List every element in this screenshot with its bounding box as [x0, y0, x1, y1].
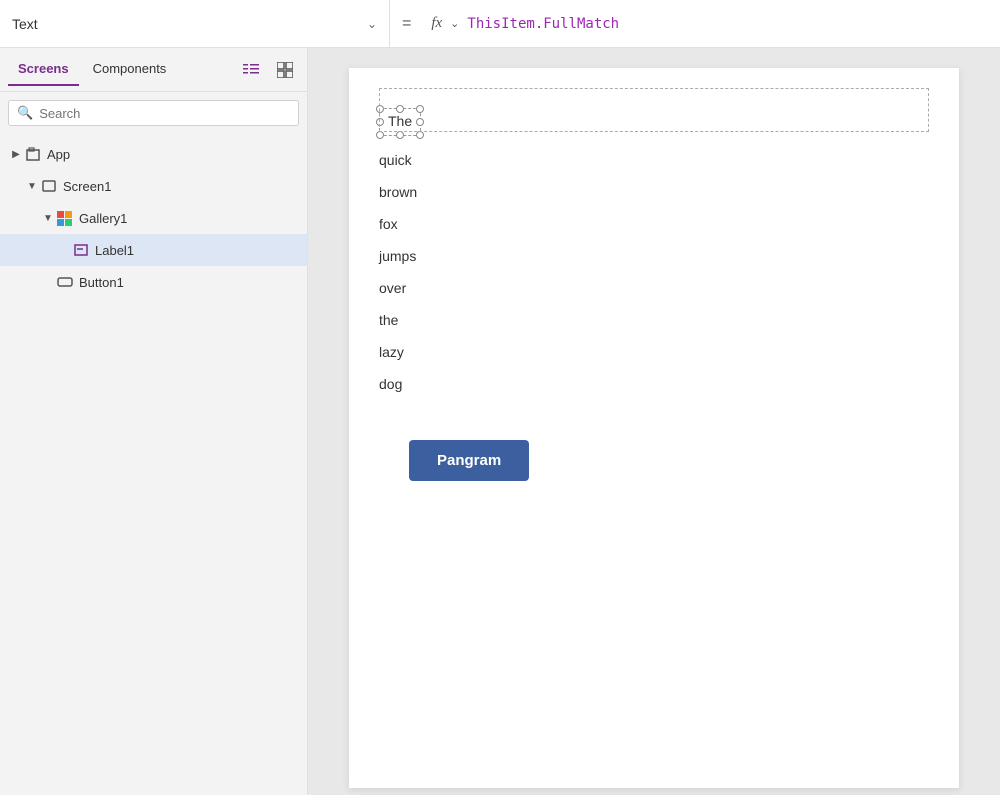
- selected-box: The: [379, 108, 421, 136]
- top-bar: Text ⌄ = fx ⌄ ThisItem.FullMatch: [0, 0, 1000, 48]
- tree-item-label1[interactable]: ▶ Label1: [0, 234, 307, 266]
- chevron-down-icon: ▼: [24, 178, 40, 194]
- gallery-item-2: fox: [349, 208, 959, 240]
- tree-item-button1[interactable]: ▶ Button1: [0, 266, 307, 298]
- handle-bot-mid[interactable]: [396, 131, 404, 139]
- label1-label: Label1: [95, 243, 299, 258]
- canvas-area: The quick: [308, 48, 1000, 795]
- button-container: Pangram: [349, 400, 959, 521]
- tab-screens[interactable]: Screens: [8, 53, 79, 86]
- property-dropdown[interactable]: Text ⌄: [0, 0, 390, 47]
- tree-item-app[interactable]: ▶ App: [0, 138, 307, 170]
- search-icon: 🔍: [17, 105, 33, 121]
- list-view-button[interactable]: [237, 56, 265, 84]
- handle-top-right[interactable]: [416, 105, 424, 113]
- gallery-selection-border: [379, 88, 929, 132]
- main-area: Screens Components: [0, 48, 1000, 795]
- gallery-icon: [56, 209, 74, 227]
- formula-value: ThisItem.FullMatch: [467, 16, 619, 32]
- gallery-items-container: quick brown fox jumps over the lazy dog: [349, 144, 959, 400]
- selected-item[interactable]: The: [379, 108, 421, 136]
- app-icon: [24, 145, 42, 163]
- app-canvas: The quick: [349, 68, 959, 788]
- selected-label-container[interactable]: The: [349, 88, 959, 144]
- tree-panel: ▶ App ▼ Screen1: [0, 134, 307, 795]
- gallery-item-7: dog: [349, 368, 959, 400]
- handle-mid-left[interactable]: [376, 118, 384, 126]
- handle-bot-right[interactable]: [416, 131, 424, 139]
- sidebar-tabs: Screens Components: [0, 48, 307, 92]
- property-name: Text: [12, 16, 359, 32]
- chevron-right-icon: ▶: [8, 146, 24, 162]
- gallery-item-5: the: [349, 304, 959, 336]
- gallery-chevron-down-icon: ▼: [40, 210, 56, 226]
- sidebar-icons: [237, 56, 299, 84]
- handle-top-left[interactable]: [376, 105, 384, 113]
- grid-view-icon: [277, 62, 293, 78]
- gallery-item-4: over: [349, 272, 959, 304]
- search-box: 🔍: [8, 100, 299, 126]
- tree-item-screen1[interactable]: ▼ Screen1: [0, 170, 307, 202]
- gallery-item-6: lazy: [349, 336, 959, 368]
- formula-bar[interactable]: fx ⌄ ThisItem.FullMatch: [423, 0, 1000, 47]
- handle-mid-right[interactable]: [416, 118, 424, 126]
- search-input[interactable]: [39, 106, 290, 121]
- gallery-item-3: jumps: [349, 240, 959, 272]
- app-label: App: [47, 147, 299, 162]
- sidebar: Screens Components: [0, 48, 308, 795]
- pangram-button[interactable]: Pangram: [409, 440, 529, 481]
- tab-components[interactable]: Components: [83, 53, 177, 86]
- fx-icon: fx: [431, 15, 442, 32]
- screen-icon: [40, 177, 58, 195]
- dropdown-arrow-icon: ⌄: [367, 17, 377, 31]
- gallery-item-1: brown: [349, 176, 959, 208]
- list-view-icon: [243, 63, 259, 77]
- button-icon: [56, 273, 74, 291]
- handle-bot-left[interactable]: [376, 131, 384, 139]
- selected-text: The: [388, 113, 412, 129]
- handle-top-mid[interactable]: [396, 105, 404, 113]
- equals-sign: =: [390, 15, 423, 33]
- gallery-item-0: quick: [349, 144, 959, 176]
- grid-view-button[interactable]: [271, 56, 299, 84]
- tree-item-gallery1[interactable]: ▼ Gallery1: [0, 202, 307, 234]
- button1-label: Button1: [79, 275, 299, 290]
- label-icon: [72, 241, 90, 259]
- screen1-label: Screen1: [63, 179, 299, 194]
- formula-chevron-icon: ⌄: [450, 17, 459, 30]
- gallery1-label: Gallery1: [79, 211, 299, 226]
